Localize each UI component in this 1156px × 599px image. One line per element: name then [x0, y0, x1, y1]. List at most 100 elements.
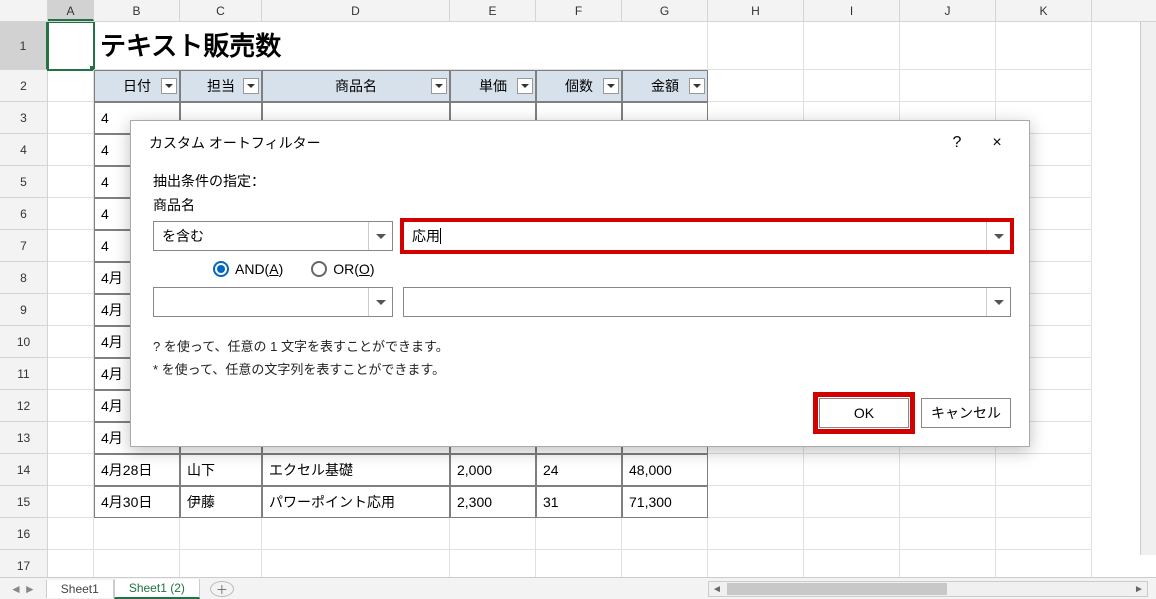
text-cursor: [440, 228, 441, 244]
row-15: 15 4月30日 伊藤 パワーポイント応用 2,300 31 71,300: [0, 486, 1156, 518]
select-all-corner[interactable]: [0, 0, 48, 21]
col-A-header[interactable]: A: [48, 0, 94, 21]
and-radio[interactable]: AND(A): [213, 261, 283, 277]
th-product-label: 商品名: [335, 76, 377, 96]
th-qty-label: 個数: [565, 76, 593, 96]
operator-1-combo[interactable]: を含む: [153, 221, 393, 251]
cell-A2[interactable]: [48, 70, 94, 102]
dialog-buttons: OK キャンセル: [153, 398, 1011, 428]
cell-E14[interactable]: 2,000: [450, 454, 536, 486]
row-1-header[interactable]: 1: [0, 22, 48, 70]
dialog-titlebar[interactable]: カスタム オートフィルター ? ×: [131, 121, 1029, 165]
th-qty: 個数: [536, 70, 622, 102]
tab-sheet1[interactable]: Sheet1: [46, 580, 114, 598]
custom-autofilter-dialog: カスタム オートフィルター ? × 抽出条件の指定： 商品名 を含む 応用 AN…: [130, 120, 1030, 447]
th-date: 日付: [94, 70, 180, 102]
hint-line-2: * を使って、任意の文字列を表すことができます。: [153, 358, 1011, 381]
cell-B15[interactable]: 4月30日: [94, 486, 180, 518]
and-or-radio-group: AND(A) OR(O): [213, 261, 1011, 277]
close-icon[interactable]: ×: [979, 129, 1015, 157]
col-F-header[interactable]: F: [536, 0, 622, 21]
cell-H2[interactable]: [708, 70, 804, 102]
dialog-title: カスタム オートフィルター: [149, 133, 935, 153]
chevron-down-icon: [986, 222, 1010, 250]
cell-G14[interactable]: 48,000: [622, 454, 708, 486]
row-3-header[interactable]: 3: [0, 102, 48, 134]
row-1: 1 テキスト販売数: [0, 22, 1156, 70]
tab-sheet1-2[interactable]: Sheet1 (2): [114, 579, 200, 599]
cell-E15[interactable]: 2,300: [450, 486, 536, 518]
value-1-combo[interactable]: 応用: [403, 221, 1011, 251]
cell-I1[interactable]: [804, 22, 900, 70]
filter-amount-button[interactable]: [689, 78, 705, 94]
hint-line-1: ? を使って、任意の 1 文字を表すことができます。: [153, 335, 1011, 358]
col-I-header[interactable]: I: [804, 0, 900, 21]
cell-C14[interactable]: 山下: [180, 454, 262, 486]
col-D-header[interactable]: D: [262, 0, 450, 21]
cell-J2[interactable]: [900, 70, 996, 102]
col-E-header[interactable]: E: [450, 0, 536, 21]
sheet-nav-arrows[interactable]: ◄ ►: [0, 582, 46, 596]
scroll-left-icon: ◄: [709, 584, 725, 595]
cell-K1[interactable]: [996, 22, 1092, 70]
help-icon[interactable]: ?: [939, 129, 975, 157]
filter-product-button[interactable]: [431, 78, 447, 94]
th-price-label: 単価: [479, 76, 507, 96]
row-14: 14 4月28日 山下 エクセル基礎 2,000 24 48,000: [0, 454, 1156, 486]
condition-row-2: [153, 287, 1011, 317]
chevron-down-icon: [368, 222, 392, 250]
cancel-button[interactable]: キャンセル: [921, 398, 1011, 428]
th-amount: 金額: [622, 70, 708, 102]
th-person-label: 担当: [207, 76, 235, 96]
filter-date-button[interactable]: [161, 78, 177, 94]
cell-H1[interactable]: [708, 22, 804, 70]
vertical-scrollbar[interactable]: [1140, 22, 1156, 555]
scroll-right-icon: ►: [1131, 584, 1147, 595]
ok-button[interactable]: OK: [819, 398, 909, 428]
cell-I2[interactable]: [804, 70, 900, 102]
col-K-header[interactable]: K: [996, 0, 1092, 21]
th-date-label: 日付: [123, 76, 151, 96]
cell-F15[interactable]: 31: [536, 486, 622, 518]
horizontal-scrollbar[interactable]: ◄ ►: [708, 581, 1148, 597]
th-person: 担当: [180, 70, 262, 102]
col-B-header[interactable]: B: [94, 0, 180, 21]
scroll-thumb[interactable]: [727, 583, 947, 595]
sheet-nav-prev-icon: ◄: [10, 582, 22, 596]
or-radio[interactable]: OR(O): [311, 261, 374, 277]
cell-F14[interactable]: 24: [536, 454, 622, 486]
filter-qty-button[interactable]: [603, 78, 619, 94]
cell-D15[interactable]: パワーポイント応用: [262, 486, 450, 518]
filter-price-button[interactable]: [517, 78, 533, 94]
chevron-down-icon: [986, 288, 1010, 316]
value-1-text: 応用: [412, 226, 440, 246]
condition-row-1: を含む 応用: [153, 221, 1011, 251]
cell-K2[interactable]: [996, 70, 1092, 102]
value-2-combo[interactable]: [403, 287, 1011, 317]
row-17: 17: [0, 550, 1156, 577]
cell-C15[interactable]: 伊藤: [180, 486, 262, 518]
condition-label: 抽出条件の指定：: [153, 171, 1011, 191]
cell-B14[interactable]: 4月28日: [94, 454, 180, 486]
row-2: 2 日付 担当 商品名 単価 個数 金額: [0, 70, 1156, 102]
chevron-down-icon: [368, 288, 392, 316]
cell-G15[interactable]: 71,300: [622, 486, 708, 518]
column-headers: A B C D E F G H I J K: [0, 0, 1156, 22]
col-H-header[interactable]: H: [708, 0, 804, 21]
row-2-header[interactable]: 2: [0, 70, 48, 102]
cell-A1[interactable]: [48, 22, 94, 70]
th-amount-label: 金額: [651, 76, 679, 96]
col-J-header[interactable]: J: [900, 0, 996, 21]
sheet-tab-bar: ◄ ► Sheet1 Sheet1 (2) ＋ ◄ ►: [0, 577, 1156, 599]
col-C-header[interactable]: C: [180, 0, 262, 21]
add-sheet-button[interactable]: ＋: [210, 581, 234, 597]
filter-person-button[interactable]: [243, 78, 259, 94]
cell-B1-title[interactable]: テキスト販売数: [94, 22, 708, 70]
operator-2-combo[interactable]: [153, 287, 393, 317]
row-16: 16: [0, 518, 1156, 550]
th-product: 商品名: [262, 70, 450, 102]
cell-D14[interactable]: エクセル基礎: [262, 454, 450, 486]
cell-J1[interactable]: [900, 22, 996, 70]
sheet-nav-next-icon: ►: [24, 582, 36, 596]
col-G-header[interactable]: G: [622, 0, 708, 21]
